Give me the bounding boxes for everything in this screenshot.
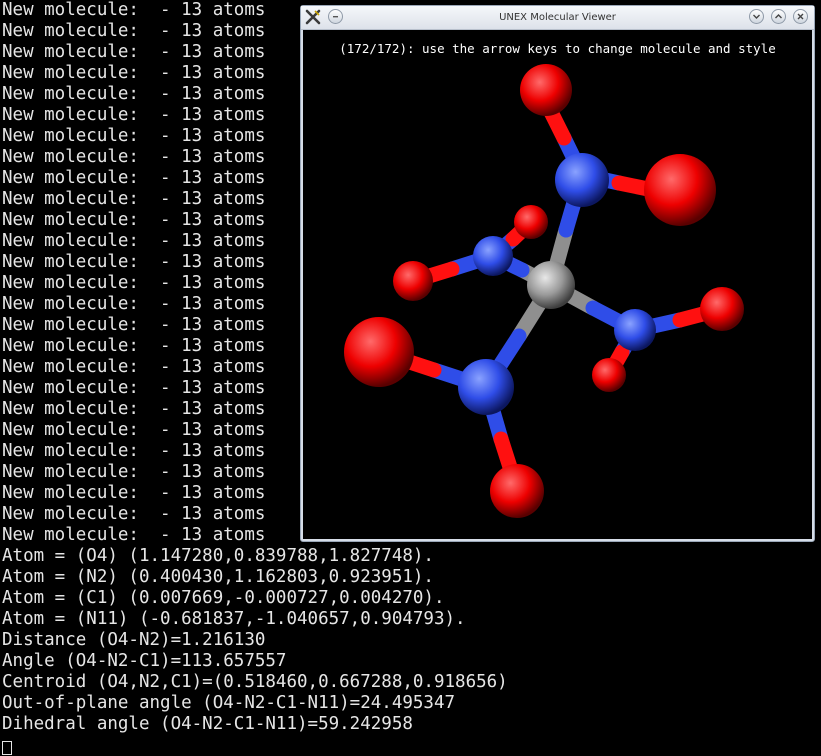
output-line: Out-of-plane angle (O4-N2-C1-N11)=24.495… bbox=[2, 693, 456, 713]
chevron-down-icon[interactable] bbox=[749, 9, 764, 24]
nitrogen-atom bbox=[473, 236, 513, 276]
prompt-line[interactable] bbox=[2, 735, 821, 756]
oxygen-atom bbox=[520, 64, 572, 116]
oxygen-atom bbox=[644, 154, 716, 226]
oxygen-atom bbox=[514, 205, 548, 239]
output-line: Distance (O4-N2)=1.216130 bbox=[2, 630, 266, 650]
oxygen-atom bbox=[490, 464, 544, 518]
output-line: Atom = (O4) (1.147280,0.839788,1.827748)… bbox=[2, 546, 434, 566]
window-titlebar[interactable]: UNEX Molecular Viewer bbox=[301, 6, 814, 30]
measurement-output: Atom = (O4) (1.147280,0.839788,1.827748)… bbox=[2, 546, 821, 735]
nitrogen-atom bbox=[614, 309, 656, 351]
output-line: Atom = (N2) (0.400430,1.162803,0.923951)… bbox=[2, 567, 434, 587]
output-line: Centroid (O4,N2,C1)=(0.518460,0.667288,0… bbox=[2, 672, 508, 692]
output-line: Dihedral angle (O4-N2-C1-N11)=59.242958 bbox=[2, 714, 413, 734]
nitrogen-atom bbox=[555, 153, 609, 207]
close-icon[interactable] bbox=[793, 9, 808, 24]
oxygen-atom bbox=[344, 317, 414, 387]
oxygen-atom bbox=[393, 261, 433, 301]
text-cursor bbox=[2, 741, 12, 755]
molecule-viewport[interactable]: (172/172): use the arrow keys to change … bbox=[303, 30, 812, 539]
molecular-viewer-window[interactable]: UNEX Molecular Viewer (172/172): use the… bbox=[300, 5, 815, 542]
window-title: UNEX Molecular Viewer bbox=[499, 12, 616, 23]
output-line: Angle (O4-N2-C1)=113.657557 bbox=[2, 651, 287, 671]
viewer-status-text: (172/172): use the arrow keys to change … bbox=[339, 41, 776, 56]
nitrogen-atom bbox=[458, 359, 514, 415]
output-line: Atom = (C1) (0.007669,-0.000727,0.004270… bbox=[2, 588, 445, 608]
molecule-render bbox=[344, 64, 744, 518]
carbon-atom bbox=[527, 261, 575, 309]
oxygen-atom bbox=[592, 358, 626, 392]
oxygen-atom bbox=[700, 287, 744, 331]
output-line: Atom = (N11) (-0.681837,-1.040657,0.9047… bbox=[2, 609, 466, 629]
chevron-up-icon[interactable] bbox=[771, 9, 786, 24]
